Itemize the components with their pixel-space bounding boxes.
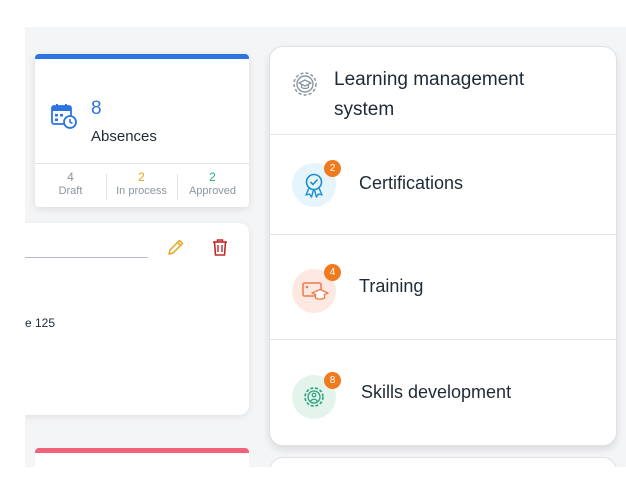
dashboard-canvas: 8 Absences 4 Draft 2 In process 2 Approv… xyxy=(25,27,626,467)
lms-item-certifications[interactable]: 2 Certifications xyxy=(270,135,616,235)
stat-in-process[interactable]: 2 In process xyxy=(106,171,177,198)
stat-approved-value: 2 xyxy=(209,170,216,184)
lms-item-training[interactable]: 4 Training xyxy=(270,236,616,340)
lms-title: Learning management system xyxy=(334,69,525,120)
edit-card: e 125 xyxy=(25,223,249,415)
stat-in-process-value: 2 xyxy=(138,170,145,184)
input-underline[interactable] xyxy=(25,257,148,258)
stat-approved-label: Approved xyxy=(188,185,237,197)
stat-draft[interactable]: 4 Draft xyxy=(35,171,106,198)
skills-badge: 8 xyxy=(324,372,341,389)
gear-graduation-icon xyxy=(293,72,317,96)
certifications-badge: 2 xyxy=(324,160,341,177)
partial-text: e 125 xyxy=(25,316,56,330)
absences-label: Absences xyxy=(91,128,157,145)
training-label: Training xyxy=(359,276,424,296)
skills-development-label: Skills development xyxy=(361,382,512,402)
certifications-label: Certifications xyxy=(359,173,464,193)
stat-approved[interactable]: 2 Approved xyxy=(177,171,248,198)
stat-draft-label: Draft xyxy=(58,185,83,197)
bottom-left-card xyxy=(35,448,249,467)
stat-draft-value: 4 xyxy=(67,170,74,184)
training-badge: 4 xyxy=(324,264,341,281)
absences-count: 8 xyxy=(91,98,102,119)
lms-header: Learning management system xyxy=(270,47,616,135)
bottom-right-card xyxy=(269,457,617,467)
stat-in-process-label: In process xyxy=(116,185,167,197)
calendar-clock-icon xyxy=(51,104,77,129)
pencil-icon[interactable] xyxy=(166,237,186,257)
lms-item-skills-development[interactable]: 8 Skills development xyxy=(270,341,616,445)
lms-card: Learning management system 2 Certificati… xyxy=(269,46,617,446)
absences-accent-bar xyxy=(35,54,249,59)
trash-icon[interactable] xyxy=(210,237,230,257)
divider xyxy=(35,163,249,164)
absences-card[interactable]: 8 Absences 4 Draft 2 In process 2 Approv… xyxy=(35,54,249,207)
pink-accent-bar xyxy=(35,448,249,453)
